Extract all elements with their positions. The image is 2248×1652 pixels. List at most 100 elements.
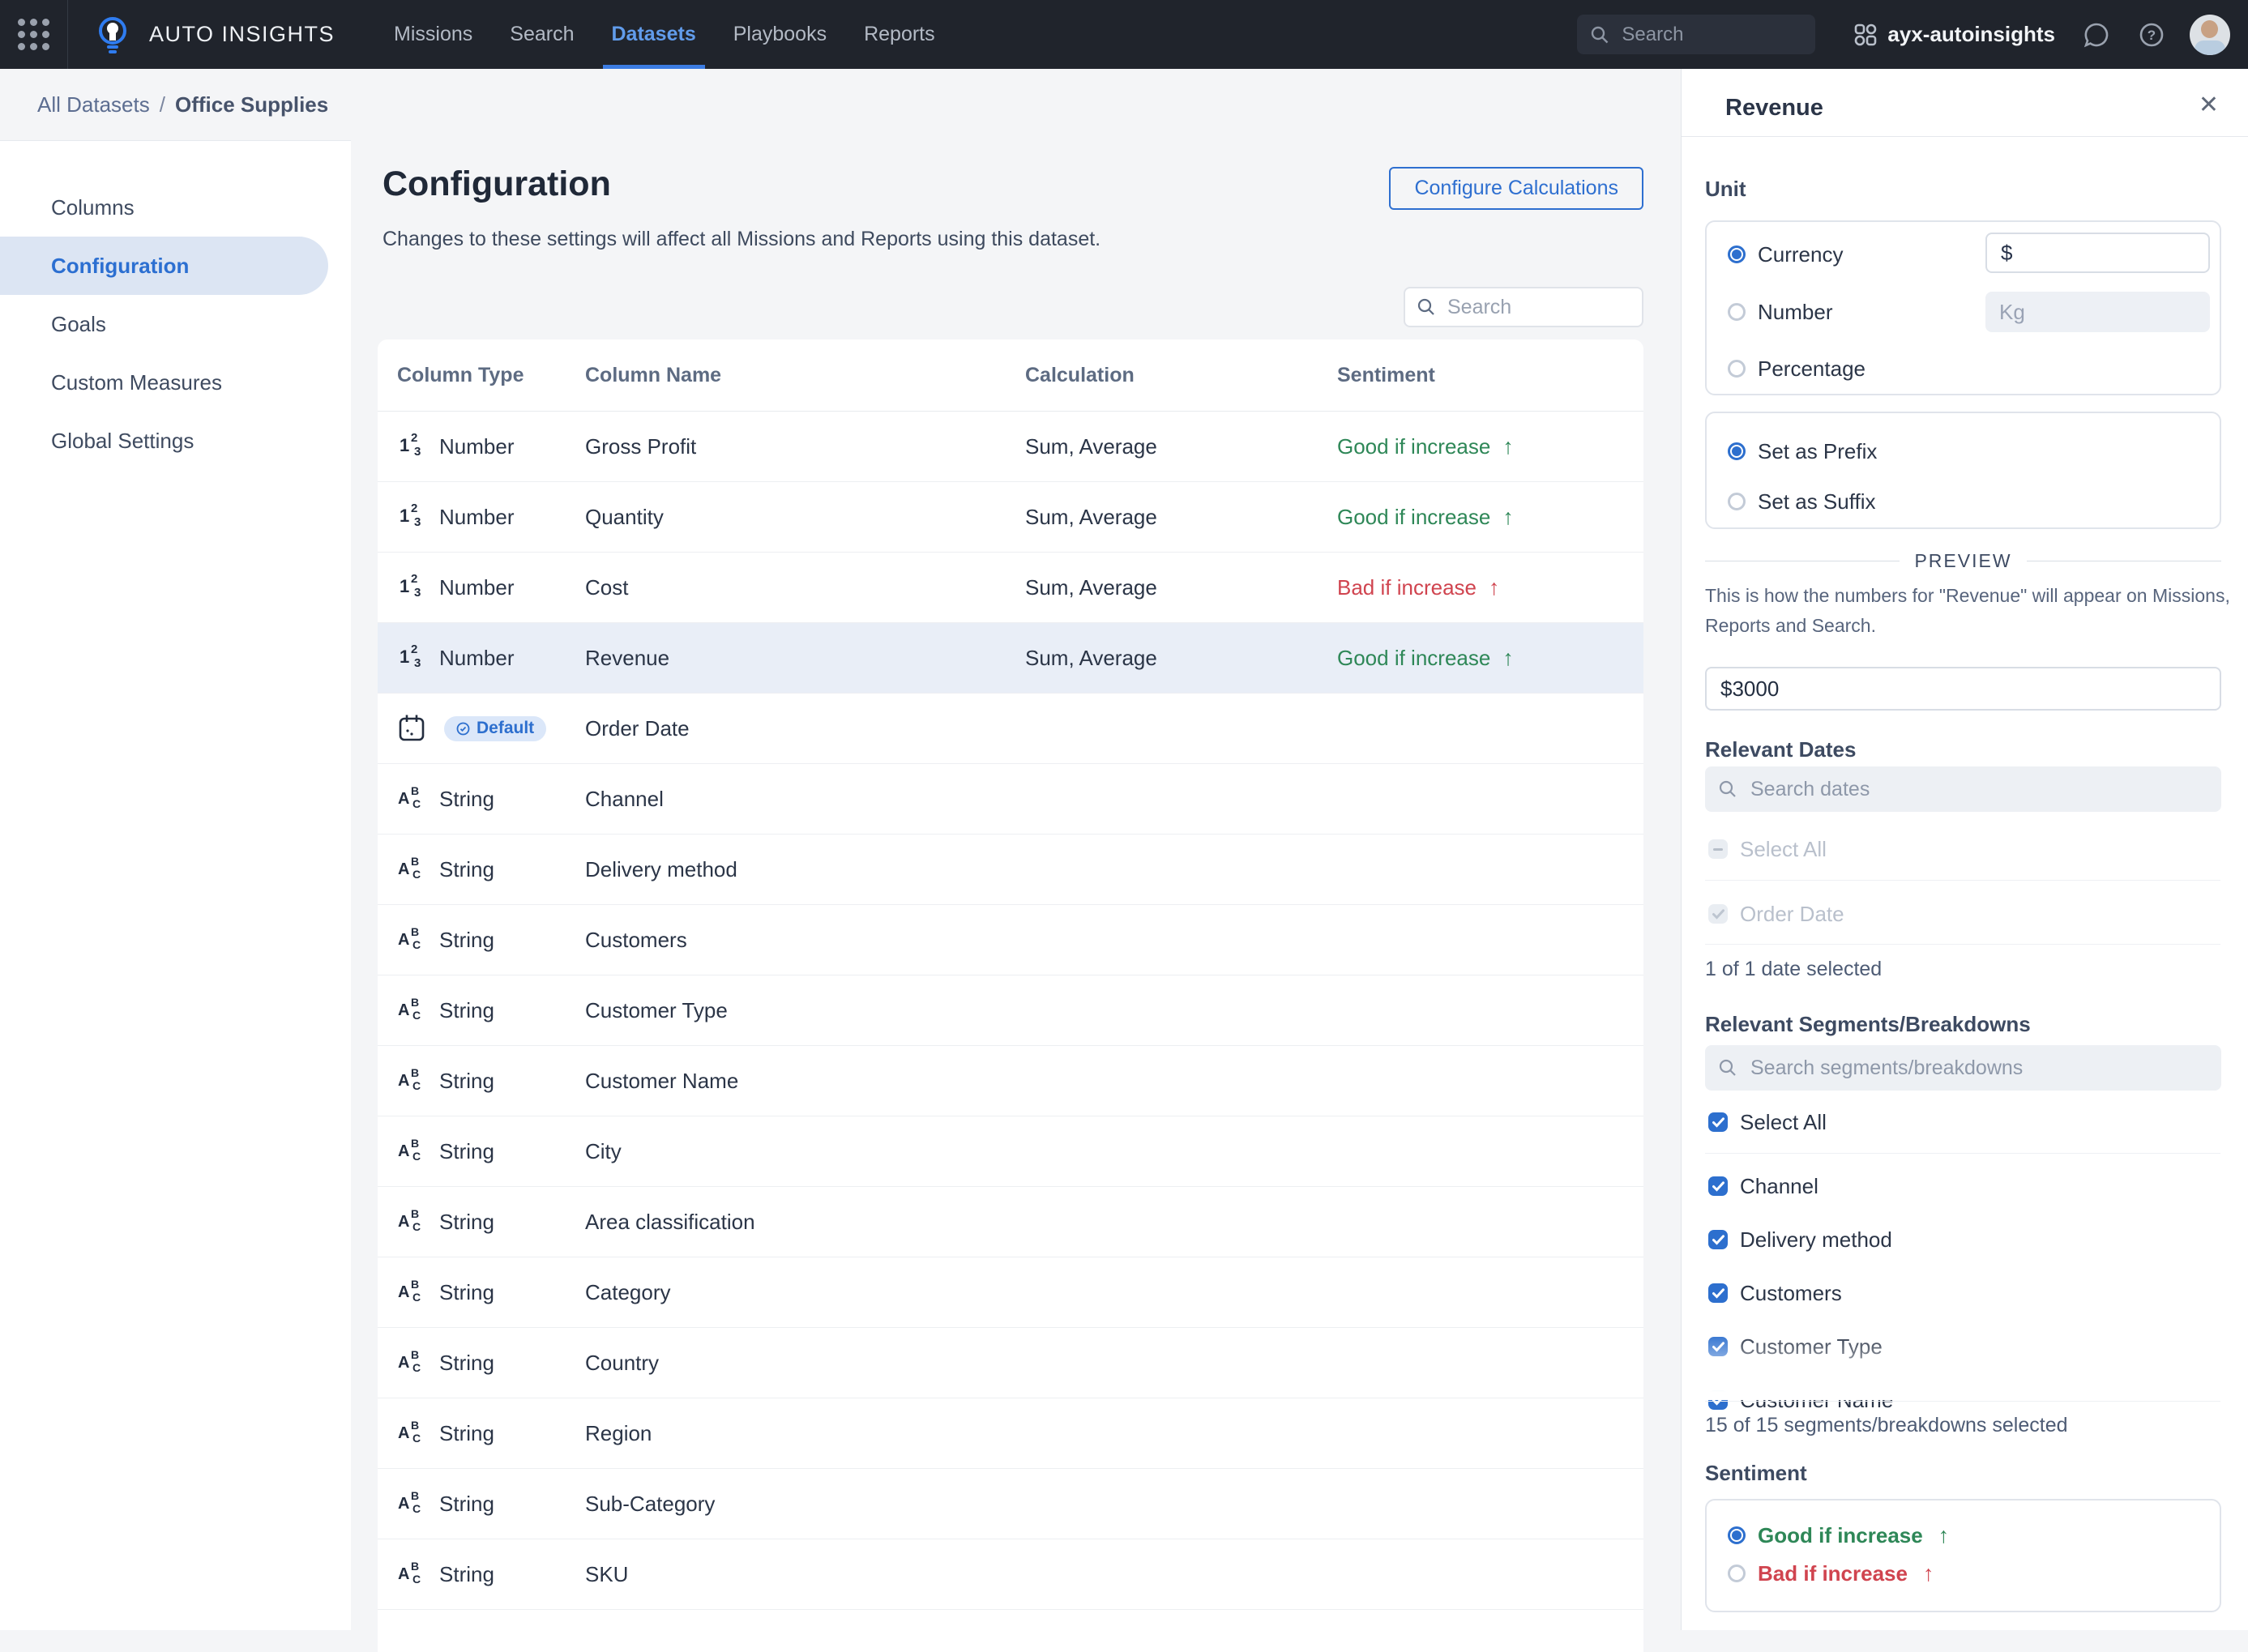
sidebar-item-configuration[interactable]: Configuration [0, 237, 328, 295]
col-header-name: Column Name [585, 364, 1025, 387]
number-type-icon: 123 [397, 572, 428, 603]
table-search-input[interactable] [1446, 295, 1630, 320]
checkbox-checked-icon [1708, 1112, 1728, 1132]
close-icon[interactable]: ✕ [2199, 93, 2219, 117]
nav-link-datasets[interactable]: Datasets [593, 0, 715, 69]
radio-icon [1728, 493, 1746, 510]
segments-search-input[interactable] [1749, 1056, 2208, 1081]
segment-item-delivery-method[interactable]: Delivery method [1708, 1229, 1892, 1250]
string-type-icon: ABC [397, 995, 428, 1026]
checkbox-checked-icon [1708, 1283, 1728, 1303]
global-search[interactable] [1577, 15, 1815, 54]
breadcrumb-parent-link[interactable]: All Datasets [37, 92, 150, 117]
checkbox-checked-icon [1708, 1230, 1728, 1249]
radio-option-currency[interactable]: Currency [1728, 242, 1843, 267]
search-icon [1590, 25, 1609, 45]
currency-symbol-input[interactable] [1985, 233, 2210, 273]
table-row-customer-type[interactable]: ABCString Customer Type [378, 975, 1643, 1046]
checkbox-checked-icon [1708, 1390, 1728, 1410]
table-row-revenue[interactable]: 123Number Revenue Sum, Average Good if i… [378, 623, 1643, 694]
table-row-channel[interactable]: ABCString Channel [378, 764, 1643, 835]
page-subtitle: Changes to these settings will affect al… [383, 228, 1100, 251]
table-row-category[interactable]: ABCString Category [378, 1257, 1643, 1328]
page-title: Configuration [383, 164, 611, 204]
segments-summary: 15 of 15 segments/breakdowns selected [1705, 1414, 2068, 1437]
nav-link-playbooks[interactable]: Playbooks [715, 0, 845, 69]
string-type-icon: ABC [397, 1136, 428, 1167]
radio-icon [1728, 360, 1746, 378]
nav-link-reports[interactable]: Reports [845, 0, 954, 69]
divider [1705, 880, 2220, 881]
string-type-icon: ABC [397, 1065, 428, 1096]
relevant-dates-label: Relevant Dates [1705, 737, 1856, 762]
dates-summary: 1 of 1 date selected [1705, 958, 1882, 981]
sentiment-option-good-if-increase[interactable]: Good if increase ↑ [1728, 1523, 1949, 1547]
col-header-type: Column Type [397, 364, 585, 387]
revenue-config-panel: Revenue ✕ Unit Currency Number Percentag… [1681, 69, 2248, 1630]
up-arrow-icon: ↑ [1502, 646, 1514, 671]
table-row-cost[interactable]: 123Number Cost Sum, Average Bad if incre… [378, 553, 1643, 623]
table-row-customers[interactable]: ABCString Customers [378, 905, 1643, 975]
radio-option-percentage[interactable]: Percentage [1728, 356, 1865, 381]
dates-select-all[interactable]: Select All [1708, 839, 1827, 860]
up-arrow-icon: ↑ [1489, 575, 1500, 600]
nav-link-search[interactable]: Search [491, 0, 592, 69]
global-search-input[interactable] [1620, 23, 1802, 47]
primary-nav: Missions Search Datasets Playbooks Repor… [375, 0, 954, 69]
user-avatar[interactable] [2190, 15, 2230, 55]
top-nav: AUTO INSIGHTS Missions Search Datasets P… [0, 0, 2248, 69]
sentiment-option-bad-if-increase[interactable]: Bad if increase ↑ [1728, 1561, 1934, 1586]
table-row-customer-name[interactable]: ABCString Customer Name [378, 1046, 1643, 1116]
radio-option-set-as-prefix[interactable]: Set as Prefix [1728, 439, 1877, 463]
radio-icon [1728, 1526, 1746, 1544]
preview-description: This is how the numbers for "Revenue" wi… [1705, 581, 2230, 641]
table-row-country[interactable]: ABCString Country [378, 1328, 1643, 1398]
prefix-suffix-group: Set as Prefix Set as Suffix [1705, 412, 2221, 529]
segment-item-channel[interactable]: Channel [1708, 1176, 1818, 1197]
string-type-icon: ABC [397, 1347, 428, 1378]
breadcrumb: All Datasets / Office Supplies [0, 69, 1681, 140]
preview-value-input[interactable] [1705, 667, 2221, 711]
sidebar-item-global-settings[interactable]: Global Settings [0, 412, 351, 470]
dates-search[interactable] [1705, 766, 2221, 812]
table-row-sub-category[interactable]: ABCString Sub-Category [378, 1469, 1643, 1539]
help-icon[interactable]: ? [2138, 21, 2165, 49]
radio-icon [1728, 303, 1746, 321]
org-switcher[interactable]: ayx-autoinsights [1854, 22, 2055, 47]
breadcrumb-current: Office Supplies [175, 92, 328, 117]
table-search[interactable] [1404, 287, 1643, 327]
up-arrow-icon: ↑ [1502, 505, 1514, 530]
sidebar-item-custom-measures[interactable]: Custom Measures [0, 353, 351, 412]
configure-calculations-button[interactable]: Configure Calculations [1389, 167, 1643, 210]
segment-item-customer-type[interactable]: Customer Type [1708, 1336, 1883, 1357]
segments-select-all[interactable]: Select All [1708, 1112, 1827, 1133]
radio-option-set-as-suffix[interactable]: Set as Suffix [1728, 489, 1876, 514]
table-row-city[interactable]: ABCString City [378, 1116, 1643, 1187]
table-row-order-date[interactable]: Default Order Date [378, 694, 1643, 764]
nav-link-missions[interactable]: Missions [375, 0, 491, 69]
dates-search-input[interactable] [1749, 777, 2208, 802]
unit-section-label: Unit [1705, 177, 1746, 202]
segment-item-customers[interactable]: Customers [1708, 1283, 1842, 1304]
search-icon [1718, 779, 1737, 799]
panel-divider [1682, 136, 2248, 137]
radio-option-number[interactable]: Number [1728, 300, 1832, 324]
brand[interactable]: AUTO INSIGHTS [97, 15, 335, 54]
number-type-icon: 123 [397, 642, 428, 673]
table-row-region[interactable]: ABCString Region [378, 1398, 1643, 1469]
divider [1705, 1153, 2220, 1154]
segment-item-customer-name[interactable]: Customer Name [1708, 1389, 1893, 1411]
table-row-sku[interactable]: ABCString SKU [378, 1539, 1643, 1610]
checkbox-checked-icon [1708, 1176, 1728, 1196]
table-row-area-classification[interactable]: ABCString Area classification [378, 1187, 1643, 1257]
date-item-order-date[interactable]: Order Date [1708, 903, 1844, 924]
segments-search[interactable] [1705, 1045, 2221, 1091]
table-row-gross-profit[interactable]: 123Number Gross Profit Sum, Average Good… [378, 412, 1643, 482]
sidebar-item-goals[interactable]: Goals [0, 295, 351, 353]
table-row-quantity[interactable]: 123Number Quantity Sum, Average Good if … [378, 482, 1643, 553]
app-grid-icon[interactable] [18, 19, 49, 50]
table-row-delivery-method[interactable]: ABCString Delivery method [378, 835, 1643, 905]
number-unit-input[interactable] [1985, 292, 2210, 332]
sidebar-item-columns[interactable]: Columns [0, 178, 351, 237]
chat-icon[interactable] [2083, 21, 2110, 49]
